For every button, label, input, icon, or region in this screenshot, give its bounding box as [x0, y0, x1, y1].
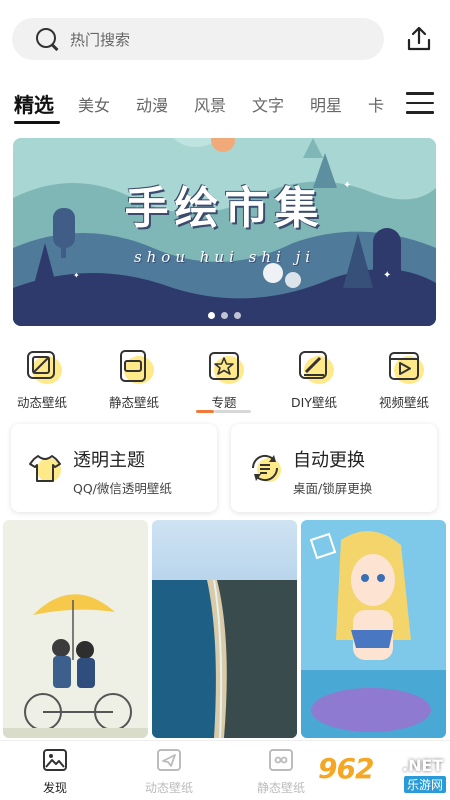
- menu-icon[interactable]: [406, 92, 434, 116]
- search-bar[interactable]: 热门搜索: [12, 18, 384, 60]
- diy-wallpaper-icon: [296, 348, 334, 384]
- card-subtitle: 桌面/锁屏更换: [293, 481, 373, 496]
- category-tabs: 精选 美女 动漫 风景 文字 明星 卡: [0, 84, 450, 126]
- tshirt-icon: [27, 450, 63, 486]
- tab-scenery[interactable]: 风景: [194, 92, 226, 116]
- nav-discover[interactable]: 发现: [10, 747, 100, 796]
- feature-dynamic-wallpaper[interactable]: 动态壁纸: [0, 344, 84, 411]
- card-title: 自动更换: [293, 450, 365, 471]
- wallpaper-thumbnail[interactable]: [152, 520, 297, 738]
- watermark-logo: 962 .NET 乐游网: [310, 746, 450, 800]
- tab-text[interactable]: 文字: [252, 92, 284, 116]
- watermark-number: 962: [318, 752, 374, 785]
- wallpaper-thumbnail[interactable]: [3, 520, 148, 738]
- refresh-icon: [247, 450, 283, 486]
- banner-title: 手绘市集: [124, 183, 325, 234]
- feature-static-wallpaper[interactable]: 静态壁纸: [92, 344, 176, 411]
- pagination-dot: [221, 312, 228, 319]
- image-icon: [42, 747, 68, 773]
- banner[interactable]: ✦ ✦ ✦ ✦ 手绘市集 shou hui shi ji: [13, 138, 436, 326]
- wallpaper-thumbnail[interactable]: [301, 520, 446, 738]
- send-icon: [156, 747, 182, 773]
- top-bar: 热门搜索: [0, 0, 450, 78]
- feature-video-wallpaper[interactable]: 视频壁纸: [362, 344, 446, 411]
- feature-label: DIY壁纸: [291, 395, 337, 410]
- feature-row: 动态壁纸 静态壁纸 专题 DIY壁纸 视频壁纸: [0, 344, 450, 416]
- pagination-dot: [208, 312, 215, 319]
- nav-label: 发现: [42, 781, 67, 795]
- feature-label: 静态壁纸: [108, 395, 159, 410]
- feature-topic[interactable]: 专题: [182, 344, 266, 411]
- pagination-dot: [234, 312, 241, 319]
- card-title: 透明主题: [73, 450, 145, 471]
- tab-beauty[interactable]: 美女: [78, 92, 110, 116]
- feature-diy-wallpaper[interactable]: DIY壁纸: [272, 344, 356, 411]
- tab-featured[interactable]: 精选: [14, 89, 54, 118]
- search-placeholder: 热门搜索: [70, 30, 131, 49]
- active-tab-indicator: [14, 121, 60, 124]
- banner-subtitle: shou hui shi ji: [133, 248, 316, 266]
- svg-text:✦: ✦: [383, 270, 391, 281]
- svg-text:✦: ✦: [73, 271, 80, 280]
- transparent-theme-card[interactable]: 透明主题 QQ/微信透明壁纸: [11, 424, 217, 512]
- tab-anime[interactable]: 动漫: [136, 92, 168, 116]
- nav-dynamic-wallpaper[interactable]: 动态壁纸: [124, 747, 214, 796]
- feature-scroll-indicator: [196, 410, 251, 413]
- video-wallpaper-icon: [386, 348, 424, 384]
- card-subtitle: QQ/微信透明壁纸: [73, 481, 172, 496]
- watermark-site-name: 乐游网: [404, 776, 447, 793]
- tab-cartoon[interactable]: 卡: [368, 92, 384, 116]
- share-icon[interactable]: [404, 24, 434, 54]
- feature-label: 专题: [211, 395, 237, 410]
- cat-icon: [268, 747, 294, 773]
- watermark-net: .NET: [402, 756, 444, 775]
- static-wallpaper-icon: [116, 348, 154, 384]
- search-icon: [34, 26, 60, 52]
- nav-label: 动态壁纸: [144, 781, 193, 795]
- banner-pagination: [13, 304, 436, 323]
- auto-change-card[interactable]: 自动更换 桌面/锁屏更换: [231, 424, 437, 512]
- feature-label: 视频壁纸: [378, 395, 429, 410]
- wallpaper-grid: [0, 520, 450, 740]
- topic-icon: [206, 348, 244, 384]
- tab-celebrity[interactable]: 明星: [310, 92, 342, 116]
- feature-label: 动态壁纸: [16, 395, 67, 410]
- dynamic-wallpaper-icon: [24, 348, 62, 384]
